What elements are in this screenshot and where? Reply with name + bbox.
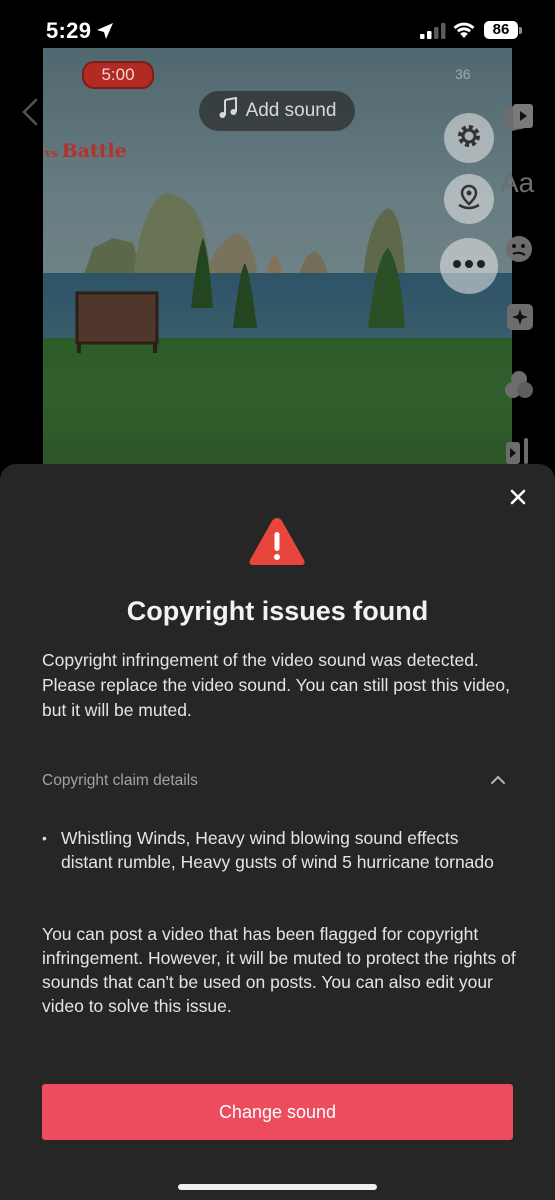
wifi-icon [452,20,476,44]
location-arrow-icon [96,22,114,45]
filters-icon[interactable] [503,369,535,401]
more-icon [449,255,489,278]
bullet-icon: • [42,830,47,846]
effects-icon[interactable] [504,301,536,333]
claim-item-text: Whistling Winds, Heavy wind blowing soun… [61,828,494,872]
claim-details-label: Copyright claim details [42,772,198,789]
music-note-icon [218,96,238,125]
dialog-title: Copyright issues found [126,596,429,626]
status-bar: 5:29 86 [0,0,555,48]
claim-details-toggle[interactable]: Copyright claim details [42,772,510,790]
dialog-description: Copyright infringement of the video soun… [42,650,510,720]
battery-tip [519,27,522,34]
video-templates-icon[interactable] [503,100,535,134]
add-sound-label: Add sound [245,100,337,121]
settings-button[interactable] [444,113,494,163]
battle-logo: vs Battle [45,140,127,162]
location-button[interactable] [444,174,494,224]
warning-icon [247,515,307,573]
signal-icon [420,23,446,39]
settings-icon [455,122,483,155]
more-options-button[interactable] [440,238,498,294]
dialog-note: You can post a video that has been flagg… [42,924,516,1016]
status-time: 5:29 [46,18,92,43]
battery-icon: 86 [484,21,518,39]
close-icon [510,489,526,510]
claim-list-item: • Whistling Winds, Heavy wind blowing so… [42,826,512,874]
close-button[interactable] [505,486,531,512]
add-sound-button[interactable]: Add sound [199,91,355,131]
stickers-icon[interactable] [503,232,535,266]
battle-logo-vs: vs [45,147,58,160]
game-timer: 5:00 [82,61,154,89]
voice-icon[interactable] [504,436,534,464]
location-pin-icon [455,183,483,216]
home-indicator[interactable] [178,1184,377,1190]
change-sound-button[interactable]: Change sound [42,1084,513,1140]
back-chevron-icon[interactable] [20,98,40,131]
battle-logo-text: Battle [61,140,127,162]
chevron-up-icon [490,772,506,790]
game-score: 36 [455,66,471,82]
text-icon[interactable]: Aa [500,167,534,199]
